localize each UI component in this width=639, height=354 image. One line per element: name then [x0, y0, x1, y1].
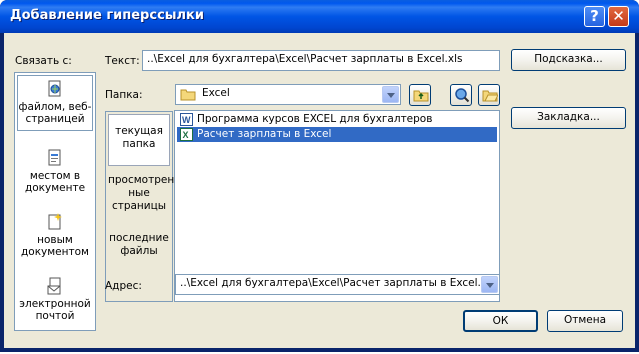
nav-browsed-pages[interactable]: просмотрен-ные страницы: [108, 174, 178, 222]
title-bar[interactable]: Добавление гиперссылки ? ✕: [0, 0, 639, 33]
folder-value: Excel: [202, 87, 230, 99]
folder-label: Папка:: [105, 89, 143, 101]
dialog-body: Связать с: файлом, веб-страницей местом …: [4, 33, 635, 348]
browse-web-button[interactable]: [450, 84, 472, 106]
up-one-folder-button[interactable]: [409, 84, 431, 106]
link-to-label: Связать с:: [15, 55, 72, 67]
link-to-email-label: электронной почтой: [19, 298, 91, 322]
nav-current-folder[interactable]: текущая папка: [108, 114, 170, 166]
text-label: Текст:: [105, 55, 140, 67]
nav-recent-files[interactable]: последние файлы: [108, 232, 170, 272]
list-item[interactable]: X Расчет зарплаты в Excel: [177, 127, 497, 142]
link-to-new-document-label: новым документом: [21, 234, 89, 258]
link-to-email[interactable]: электронной почтой: [17, 277, 93, 331]
link-to-file-web[interactable]: файлом, веб-страницей: [17, 75, 93, 131]
browse-file-icon: [482, 88, 499, 105]
browse-file-button[interactable]: [478, 84, 500, 106]
svg-text:W: W: [182, 115, 191, 125]
globe-document-icon: [47, 80, 63, 101]
file-name: Расчет зарплаты в Excel: [197, 128, 332, 140]
folder-icon: [180, 87, 196, 104]
ok-button[interactable]: ОК: [463, 310, 538, 332]
browse-pane: текущая папка просмотрен-ные страницы по…: [105, 111, 178, 302]
address-input[interactable]: ..\Excel для бухгалтера\Excel\Расчет зар…: [175, 274, 500, 295]
hyperlink-dialog: Добавление гиперссылки ? ✕ Связать с: фа…: [0, 0, 639, 352]
folder-select[interactable]: Excel: [175, 84, 401, 105]
dialog-title: Добавление гиперссылки: [10, 8, 204, 23]
link-to-pane: файлом, веб-страницей местом в документе…: [14, 72, 96, 331]
excel-file-icon: X: [180, 128, 193, 141]
link-to-place[interactable]: местом в документе: [17, 149, 93, 203]
address-label: Адрес:: [105, 280, 142, 292]
text-input[interactable]: ..\Excel для бухгалтера\Excel\Расчет зар…: [142, 50, 500, 71]
cancel-button[interactable]: Отмена: [547, 310, 623, 332]
file-name: Программа курсов EXCEL для бухгалтеров: [197, 113, 433, 125]
email-icon: [47, 277, 63, 298]
link-to-new-document[interactable]: новым документом: [17, 213, 93, 267]
up-one-folder-icon: [413, 88, 429, 105]
document-place-icon: [47, 149, 63, 170]
link-to-file-web-label: файлом, веб-страницей: [18, 101, 92, 125]
svg-text:X: X: [183, 130, 189, 140]
bookmark-button[interactable]: Закладка...: [511, 107, 626, 129]
list-item[interactable]: W Программа курсов EXCEL для бухгалтеров: [177, 112, 497, 127]
browse-web-icon: [454, 87, 470, 106]
word-file-icon: W: [180, 113, 193, 126]
help-button[interactable]: ?: [584, 6, 605, 27]
address-value: ..\Excel для бухгалтера\Excel\Расчет зар…: [180, 277, 496, 289]
chevron-down-icon[interactable]: [382, 86, 399, 103]
new-document-icon: [47, 213, 63, 234]
link-to-place-label: местом в документе: [24, 170, 86, 194]
screentip-button[interactable]: Подсказка...: [511, 49, 626, 71]
chevron-down-icon[interactable]: [481, 276, 498, 293]
close-button[interactable]: ✕: [608, 6, 629, 27]
